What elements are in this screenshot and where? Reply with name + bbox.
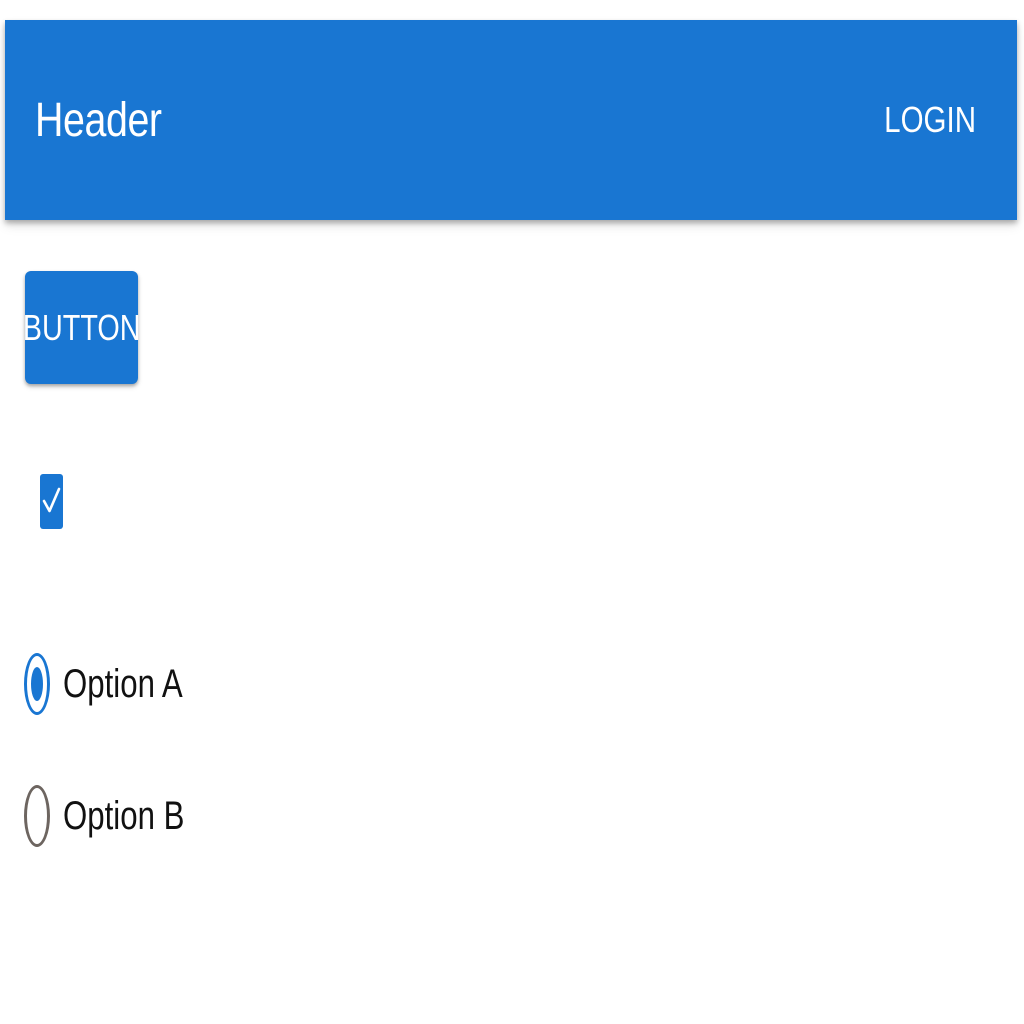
- radio-option-b-label: Option B: [63, 793, 185, 838]
- radio-unselected-icon: [24, 785, 50, 847]
- radio-option-b[interactable]: Option B: [24, 784, 219, 848]
- primary-button-label: BUTTON: [22, 306, 141, 348]
- radio-option-a-label: Option A: [63, 661, 183, 706]
- checkbox[interactable]: [40, 474, 63, 529]
- app-bar: Header LOGIN: [5, 20, 1017, 220]
- primary-button[interactable]: BUTTON: [22, 271, 141, 384]
- radio-selected-icon: [24, 653, 50, 715]
- radio-option-a[interactable]: Option A: [24, 652, 216, 716]
- app-title: Header: [35, 93, 162, 147]
- check-icon: [42, 487, 61, 513]
- login-button[interactable]: LOGIN: [884, 99, 976, 141]
- radio-dot: [31, 667, 43, 701]
